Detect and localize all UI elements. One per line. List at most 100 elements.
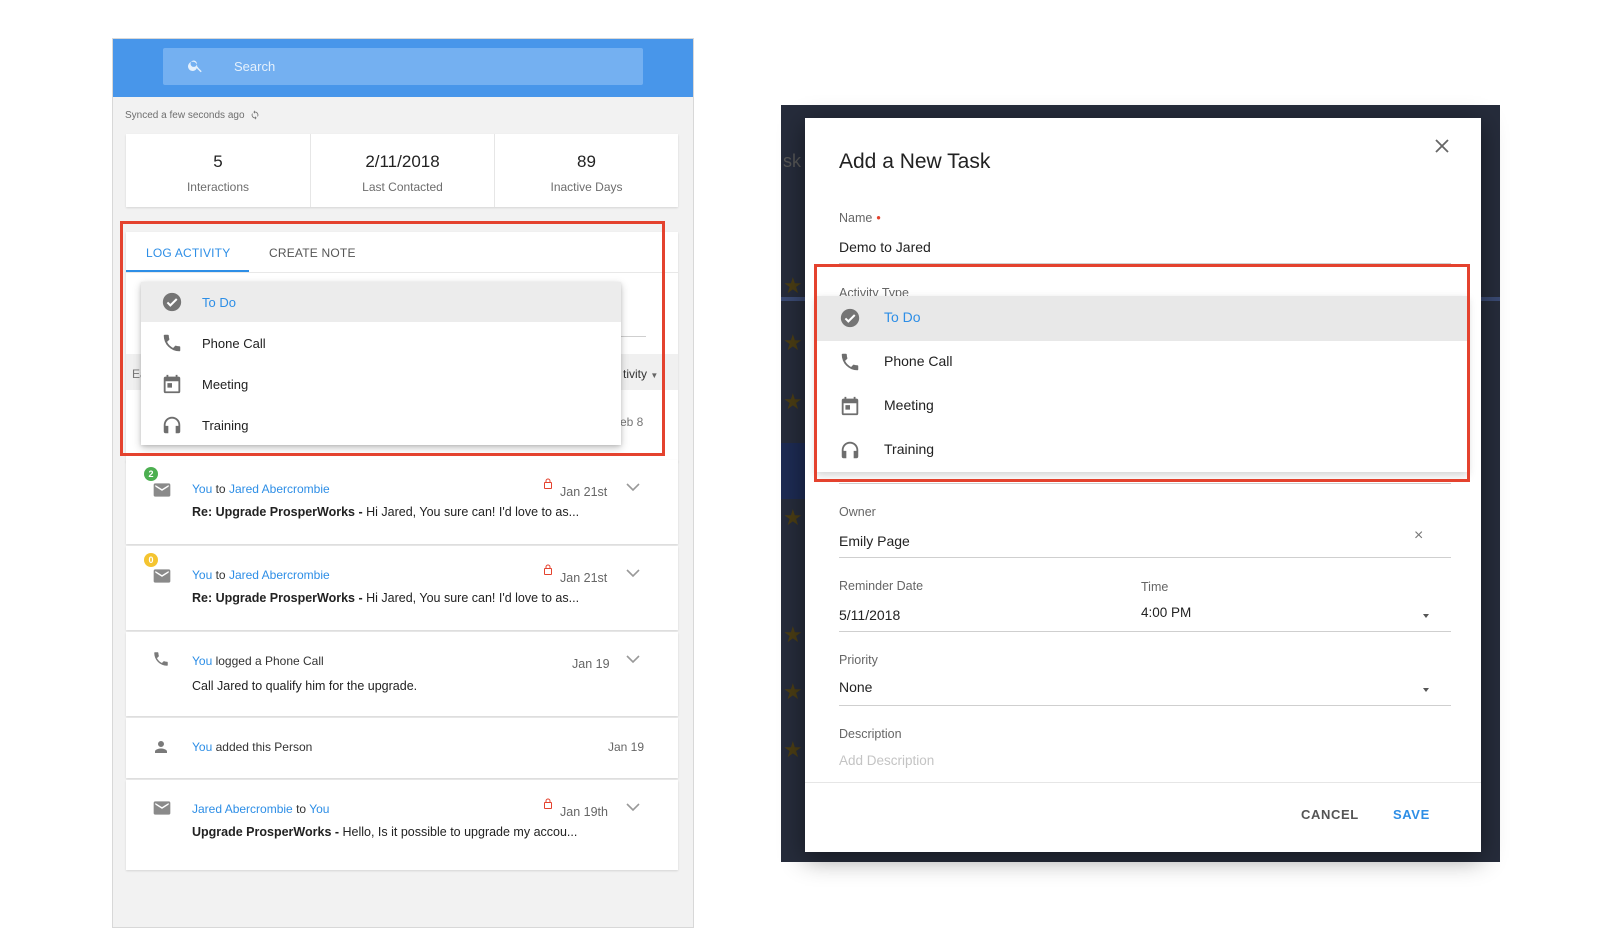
sync-status-text: Synced a few seconds ago xyxy=(125,110,245,121)
search-placeholder: Search xyxy=(234,59,276,74)
feed-item[interactable]: Jared Abercrombie to You Upgrade Prosper… xyxy=(126,780,678,870)
feed-date: Jan 19th xyxy=(560,805,608,819)
feed-summary: Re: Upgrade ProsperWorks - Hi Jared, You… xyxy=(192,591,579,605)
dialog-title: Add a New Task xyxy=(839,150,991,173)
close-icon[interactable] xyxy=(1434,138,1450,154)
star-icon: ★ xyxy=(783,622,803,647)
description-field[interactable]: Add Description xyxy=(839,753,934,768)
clear-owner-icon[interactable]: × xyxy=(1414,527,1423,545)
feed-header: You logged a Phone Call xyxy=(192,654,324,668)
feed-date: Jan 19 xyxy=(608,740,645,754)
chevron-down-icon[interactable] xyxy=(626,654,640,664)
feed-subject: Re: Upgrade ProsperWorks - xyxy=(192,591,363,605)
feed-target-link[interactable]: You xyxy=(309,802,329,816)
stat-last-contacted: 2/11/2018 Last Contacted xyxy=(310,134,494,207)
chevron-down-icon[interactable] xyxy=(626,568,640,578)
description-label: Description xyxy=(839,727,902,741)
reminder-date-field[interactable]: 5/11/2018 xyxy=(839,607,900,623)
feed-item[interactable]: You added this Person Jan 19 xyxy=(126,718,678,778)
feed-summary: Re: Upgrade ProsperWorks - Hi Jared, You… xyxy=(192,505,579,519)
search-icon xyxy=(188,60,202,73)
star-icon: ★ xyxy=(783,679,803,704)
search-input[interactable]: Search xyxy=(163,48,643,85)
star-icon: ★ xyxy=(783,389,803,414)
feed-actor-link[interactable]: You xyxy=(192,482,212,496)
priority-select[interactable]: None xyxy=(839,679,872,695)
name-field[interactable]: Demo to Jared xyxy=(839,239,931,255)
required-marker: • xyxy=(876,211,881,225)
name-label: Name • xyxy=(839,211,881,225)
field-underline xyxy=(839,705,1451,706)
feed-verb: to xyxy=(215,482,226,496)
feed-header: You to Jared Abercrombie xyxy=(192,482,330,496)
chevron-down-icon[interactable] xyxy=(626,802,640,812)
feed-snippet: Hello, Is it possible to upgrade my acco… xyxy=(339,825,578,839)
owner-field[interactable]: Emily Page xyxy=(839,533,910,549)
star-icon: ★ xyxy=(783,273,803,298)
time-label: Time xyxy=(1141,580,1169,594)
stat-label: Interactions xyxy=(186,180,250,194)
feed-verb: logged a Phone Call xyxy=(215,654,324,668)
refresh-icon[interactable] xyxy=(250,110,260,120)
field-underline xyxy=(839,483,1451,484)
backdrop-bar xyxy=(781,443,806,499)
sync-status: Synced a few seconds ago xyxy=(125,110,260,121)
feed-target-link[interactable]: Jared Abercrombie xyxy=(229,482,330,496)
email-icon xyxy=(153,483,171,497)
stat-label: Inactive Days xyxy=(550,180,623,194)
dialog-footer-divider xyxy=(805,782,1481,783)
feed-date: Jan 21st xyxy=(560,485,608,499)
stat-interactions: 5 Interactions xyxy=(126,134,310,207)
stat-value: 89 xyxy=(577,152,596,171)
lock-icon xyxy=(544,478,552,489)
email-icon xyxy=(153,801,171,815)
caret-down-icon[interactable] xyxy=(1423,614,1429,618)
owner-label: Owner xyxy=(839,505,876,519)
feed-snippet: Hi Jared, You sure can! I'd love to as..… xyxy=(362,591,580,605)
stat-value: 5 xyxy=(213,152,223,171)
cancel-button[interactable]: CANCEL xyxy=(1301,807,1359,822)
feed-subject: Upgrade ProsperWorks - xyxy=(192,825,340,839)
email-count-badge: 2 xyxy=(144,467,158,481)
feed-snippet: Hi Jared, You sure can! I'd love to as..… xyxy=(362,505,580,519)
feed-header: You added this Person xyxy=(192,740,312,754)
feed-date: Jan 19 xyxy=(572,657,610,671)
feed-summary: Call Jared to qualify him for the upgrad… xyxy=(192,679,418,693)
feed-header: Jared Abercrombie to You xyxy=(192,802,329,816)
email-icon xyxy=(153,569,171,583)
feed-header: You to Jared Abercrombie xyxy=(192,568,330,582)
feed-actor-link[interactable]: You xyxy=(192,654,212,668)
priority-label: Priority xyxy=(839,653,878,667)
feed-verb: added this Person xyxy=(215,740,313,754)
reminder-date-label: Reminder Date xyxy=(839,579,924,593)
lock-icon xyxy=(544,564,552,575)
search-header: Search xyxy=(113,39,693,97)
feed-item[interactable]: You logged a Phone Call Call Jared to qu… xyxy=(126,632,678,716)
lock-icon xyxy=(544,798,552,809)
highlight-box xyxy=(120,221,665,456)
time-select[interactable]: 4:00 PM xyxy=(1141,605,1191,620)
field-underline xyxy=(839,557,1451,558)
save-button[interactable]: SAVE xyxy=(1393,807,1430,822)
feed-item[interactable]: 2 You to Jared Abercrombie Re: Upgrade P… xyxy=(126,460,678,544)
star-icon: ★ xyxy=(783,737,803,762)
contact-panel: Search Synced a few seconds ago 5 Intera… xyxy=(112,38,694,928)
caret-down-icon[interactable] xyxy=(1423,688,1429,692)
star-icon: ★ xyxy=(783,330,803,355)
feed-verb: to xyxy=(215,568,226,582)
feed-subject: Re: Upgrade ProsperWorks - xyxy=(192,505,363,519)
stat-label: Last Contacted xyxy=(362,180,443,194)
stat-value: 2/11/2018 xyxy=(365,152,440,171)
chevron-down-icon[interactable] xyxy=(626,482,640,492)
feed-actor-link[interactable]: You xyxy=(192,568,212,582)
feed-target-link[interactable]: Jared Abercrombie xyxy=(229,568,330,582)
person-icon xyxy=(155,741,167,753)
feed-actor-link[interactable]: You xyxy=(192,740,212,754)
feed-verb: to xyxy=(296,802,307,816)
highlight-box xyxy=(814,264,1470,482)
feed-actor-link[interactable]: Jared Abercrombie xyxy=(192,802,293,816)
field-underline xyxy=(839,631,1451,632)
feed-summary: Upgrade ProsperWorks - Hello, Is it poss… xyxy=(192,825,577,839)
feed-item[interactable]: 0 You to Jared Abercrombie Re: Upgrade P… xyxy=(126,546,678,630)
add-task-dialog: Add a New Task Name • Demo to Jared Activ… xyxy=(805,118,1481,852)
